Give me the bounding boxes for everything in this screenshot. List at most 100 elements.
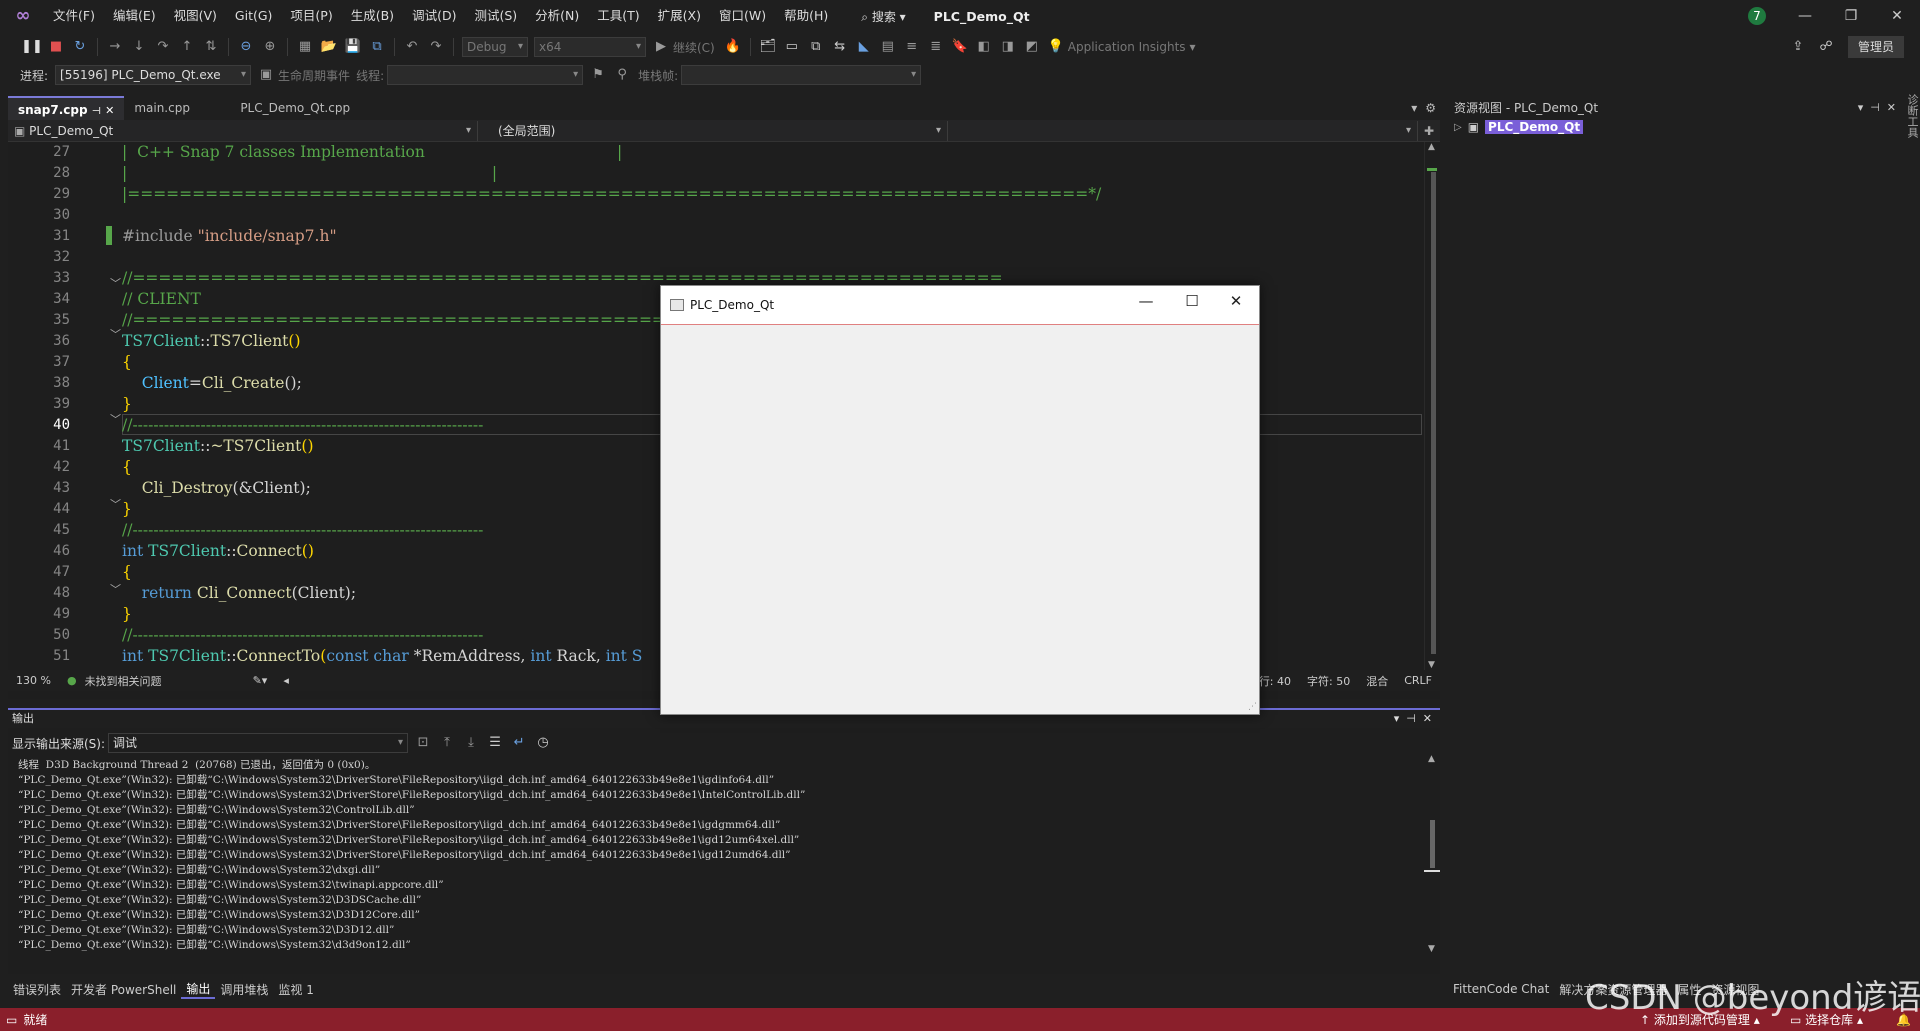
tab-main-cpp[interactable]: main.cpp	[124, 96, 230, 120]
fold-toggle-icon[interactable]: ﹀	[110, 581, 121, 597]
tab-snap7-cpp[interactable]: snap7.cpp ⊣ ✕	[8, 96, 125, 120]
right-tool-rail[interactable]: 诊断工具	[1904, 94, 1920, 974]
navigate-forward-icon[interactable]: ⊕	[259, 36, 281, 58]
tab-list-icon[interactable]: ▾	[1407, 96, 1421, 120]
solution-explorer-icon[interactable]: 🗂	[757, 36, 779, 58]
menu-item[interactable]: 测试(S)	[465, 0, 526, 32]
menu-item[interactable]: 编辑(E)	[104, 0, 165, 32]
hot-reload-icon[interactable]: 🔥	[722, 36, 744, 58]
menu-item[interactable]: 调试(D)	[403, 0, 465, 32]
close-icon[interactable]: ✕	[1874, 0, 1920, 32]
fold-toggle-icon[interactable]: ﹀	[110, 496, 121, 512]
bottom-tab[interactable]: 监视 1	[273, 981, 318, 998]
configuration-combo[interactable]: Debug	[462, 37, 528, 57]
continue-icon[interactable]: ▶	[650, 36, 672, 58]
bottom-tab[interactable]: 输出	[181, 980, 216, 999]
project-combo[interactable]: ▣ PLC_Demo_Qt	[8, 120, 478, 141]
restart-icon[interactable]: ↻	[69, 36, 91, 58]
undo-icon[interactable]: ↶	[401, 36, 423, 58]
flag-thread-icon[interactable]: ⚑	[587, 64, 609, 86]
bottom-tab[interactable]: 调用堆栈	[215, 981, 273, 998]
clear-all-icon[interactable]: ☰	[484, 732, 506, 754]
scrollbar-thumb[interactable]	[1430, 820, 1435, 868]
next-bookmark-icon[interactable]: ◨	[997, 36, 1019, 58]
split-editor-icon[interactable]: ✚	[1424, 124, 1434, 138]
platform-combo[interactable]: x64	[534, 37, 646, 57]
lifecycle-label[interactable]: 生命周期事件	[278, 67, 350, 84]
step-into-icon[interactable]: ↓	[128, 36, 150, 58]
bottom-tab[interactable]: 错误列表	[8, 981, 66, 998]
fold-toggle-icon[interactable]: ﹀	[110, 326, 121, 342]
redo-icon[interactable]: ↷	[425, 36, 447, 58]
menu-item[interactable]: 扩展(X)	[649, 0, 710, 32]
scroll-up-icon[interactable]: ▲	[1428, 754, 1435, 764]
prev-message-icon[interactable]: ⤒	[436, 732, 458, 754]
fold-toggle-icon[interactable]: ﹀	[110, 411, 121, 427]
code-cleanup-icon[interactable]: ✎▾	[245, 674, 276, 687]
save-icon[interactable]: 💾	[342, 36, 364, 58]
show-next-statement-icon[interactable]: →	[104, 36, 126, 58]
qt-app-window[interactable]: PLC_Demo_Qt — ☐ ✕ ⋰	[660, 285, 1260, 715]
open-file-icon[interactable]: 📂	[318, 36, 340, 58]
editor-scrollbar[interactable]: ▲ ▼	[1424, 142, 1440, 670]
issues-label[interactable]: 未找到相关问题	[85, 673, 245, 689]
scroll-down-icon[interactable]: ▼	[1428, 944, 1435, 954]
visual-studio-logo-icon[interactable]: ∞	[12, 5, 34, 27]
prev-bookmark-icon[interactable]: ◧	[973, 36, 995, 58]
find-message-icon[interactable]: ⊡	[412, 732, 434, 754]
qt-window-titlebar[interactable]: PLC_Demo_Qt — ☐ ✕	[661, 286, 1259, 325]
whitespace-indicator[interactable]: 混合	[1358, 673, 1396, 689]
menu-item[interactable]: 窗口(W)	[710, 0, 775, 32]
search-button[interactable]: ⌕ 搜索 ▾	[851, 8, 915, 25]
thread-combo[interactable]	[387, 65, 584, 85]
restore-icon[interactable]: ❐	[1828, 0, 1874, 32]
filter-thread-icon[interactable]: ⚲	[611, 64, 633, 86]
hex-display-icon[interactable]: ⇅	[200, 36, 222, 58]
scroll-down-icon[interactable]: ▼	[1428, 660, 1435, 670]
scroll-left-icon[interactable]: ◂	[275, 674, 297, 687]
pin-icon[interactable]: ⊣	[92, 106, 101, 117]
feedback-icon[interactable]: ☍	[1815, 36, 1837, 58]
stop-icon[interactable]: ■	[45, 36, 67, 58]
clear-bookmarks-icon[interactable]: ◩	[1021, 36, 1043, 58]
share-icon[interactable]: ⇪	[1787, 36, 1809, 58]
tab-plc-demo-qt-cpp[interactable]: PLC_Demo_Qt.cpp	[230, 96, 380, 120]
menu-item[interactable]: 分析(N)	[526, 0, 588, 32]
scope-combo[interactable]: (全局范围)	[478, 120, 948, 141]
menu-item[interactable]: 项目(P)	[281, 0, 341, 32]
line-ending-indicator[interactable]: CRLF	[1396, 674, 1440, 687]
fold-toggle-icon[interactable]: ﹀	[110, 275, 121, 291]
tree-root-label[interactable]: PLC_Demo_Qt	[1485, 120, 1584, 134]
comment-icon[interactable]: ≡	[901, 36, 923, 58]
panel-controls[interactable]: ▾ ⊣ ✕	[1394, 710, 1432, 728]
window-layout-icon[interactable]: ▭	[781, 36, 803, 58]
bookmark-icon[interactable]: 🔖	[949, 36, 971, 58]
app-insights-label[interactable]: Application Insights	[1068, 40, 1186, 54]
step-out-icon[interactable]: ↑	[176, 36, 198, 58]
breakpoint-window-icon[interactable]: ◣	[853, 36, 875, 58]
uncomment-icon[interactable]: ≣	[925, 36, 947, 58]
resize-grip-icon[interactable]: ⋰	[1248, 702, 1257, 712]
output-source-combo[interactable]: 调试	[108, 733, 409, 753]
navigate-back-icon[interactable]: ⊖	[235, 36, 257, 58]
new-item-icon[interactable]: ▦	[294, 36, 316, 58]
close-icon[interactable]: ✕	[1213, 286, 1259, 316]
scroll-up-icon[interactable]: ▲	[1428, 142, 1435, 152]
timestamp-icon[interactable]: ◷	[532, 732, 554, 754]
right-tool-tab[interactable]: FittenCode Chat	[1448, 982, 1554, 996]
zoom-level[interactable]: 130 %	[8, 674, 59, 687]
admin-badge[interactable]: 管理员	[1847, 36, 1904, 58]
stack-icon[interactable]: ▤	[877, 36, 899, 58]
save-all-icon[interactable]: ⧉	[366, 36, 388, 58]
next-message-icon[interactable]: ⤓	[460, 732, 482, 754]
step-over-icon[interactable]: ↷	[152, 36, 174, 58]
output-scrollbar[interactable]: ▲ ▼	[1424, 754, 1440, 954]
close-tab-icon[interactable]: ✕	[105, 104, 114, 117]
menu-item[interactable]: 视图(V)	[165, 0, 226, 32]
scrollbar-thumb[interactable]	[1431, 172, 1436, 654]
bottom-tab[interactable]: 开发者 PowerShell	[66, 981, 181, 998]
tree-root[interactable]: ▷ ▣ PLC_Demo_Qt	[1454, 120, 1584, 134]
chevron-down-icon[interactable]: ▾	[1190, 40, 1196, 54]
menu-item[interactable]: Git(G)	[226, 0, 282, 32]
continue-label[interactable]: 继续(C)	[673, 39, 715, 56]
